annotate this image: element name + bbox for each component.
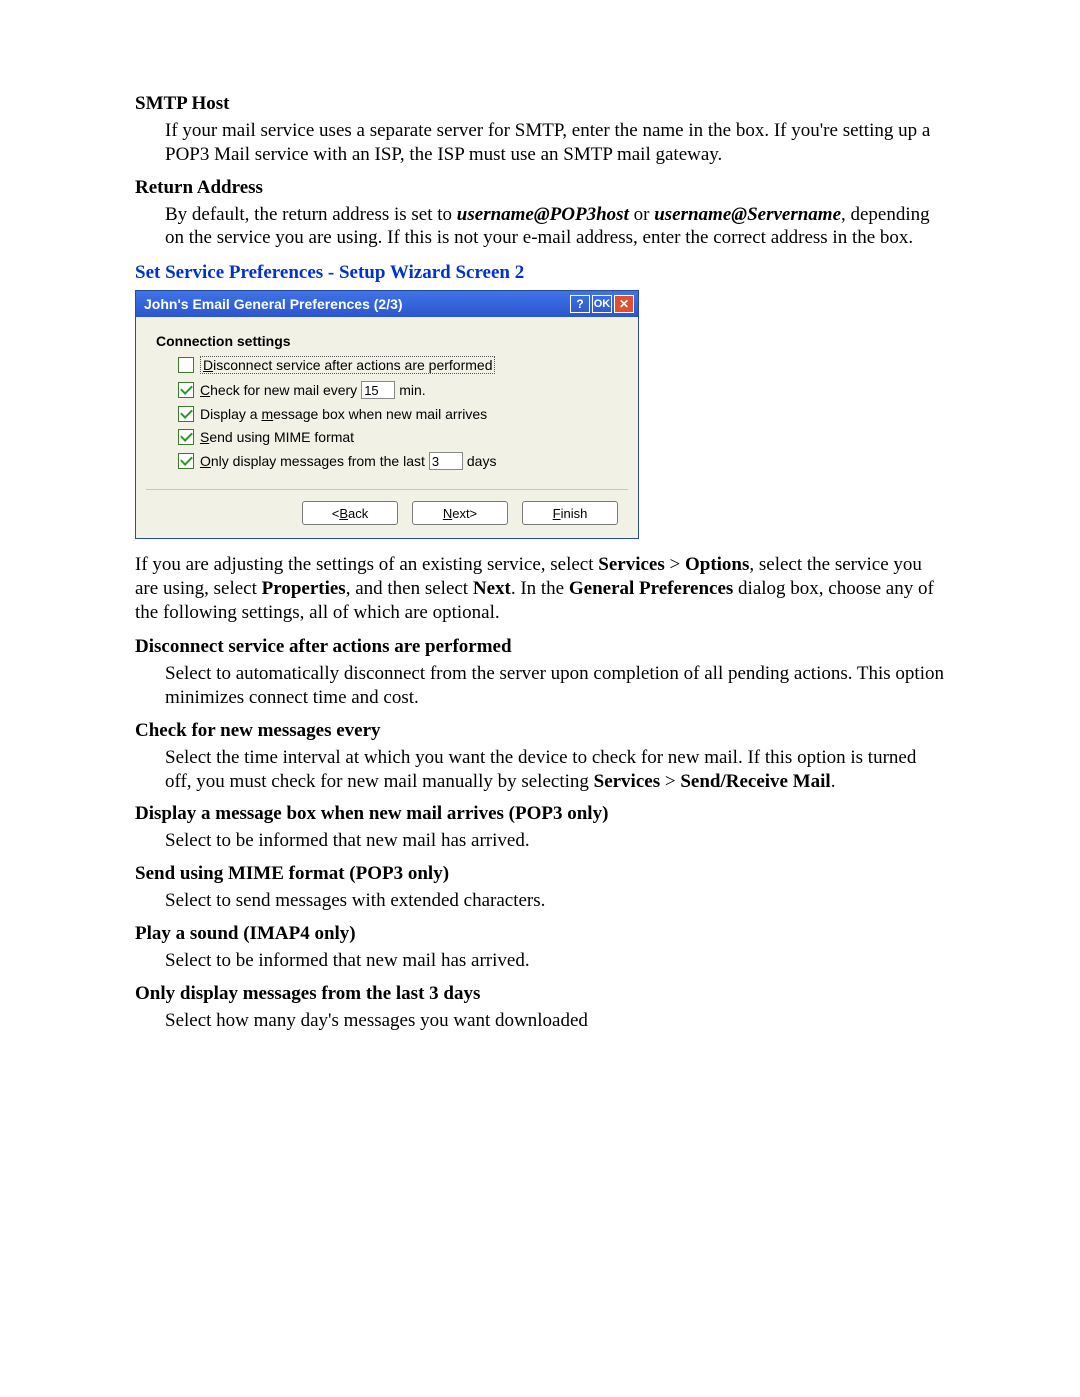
option-mime: Send using MIME format bbox=[178, 429, 618, 445]
help-button[interactable]: ? bbox=[570, 295, 590, 313]
checkbox-disconnect[interactable] bbox=[178, 357, 194, 373]
connection-settings-label: Connection settings bbox=[156, 333, 618, 349]
def-msgbox-body: Select to be informed that new mail has … bbox=[165, 829, 945, 853]
def-disconnect-term: Disconnect service after actions are per… bbox=[135, 636, 945, 658]
smtp-host-def: If your mail service uses a separate ser… bbox=[165, 119, 945, 167]
label-disconnect: Disconnect service after actions are per… bbox=[200, 356, 495, 374]
input-check-mail-minutes[interactable] bbox=[361, 381, 395, 399]
after-dialog-paragraph: If you are adjusting the settings of an … bbox=[135, 553, 945, 624]
setup-wizard-heading: Set Service Preferences - Setup Wizard S… bbox=[135, 262, 945, 284]
return-address-term: Return Address bbox=[135, 177, 945, 199]
next-button[interactable]: Next> bbox=[412, 501, 508, 525]
dialog-titlebar: John's Email General Preferences (2/3) ?… bbox=[136, 291, 638, 317]
preferences-dialog: John's Email General Preferences (2/3) ?… bbox=[135, 290, 639, 539]
connection-settings-group: Connection settings Disconnect service a… bbox=[146, 327, 628, 490]
option-last-days: Only display messages from the last days bbox=[178, 452, 618, 470]
def-mime-term: Send using MIME format (POP3 only) bbox=[135, 863, 945, 885]
definition-list-settings: Disconnect service after actions are per… bbox=[135, 636, 945, 1032]
return-address-or: or bbox=[629, 204, 654, 225]
def-sound-body: Select to be informed that new mail has … bbox=[165, 949, 945, 973]
definition-list-top: SMTP Host If your mail service uses a se… bbox=[135, 93, 945, 250]
def-check-body: Select the time interval at which you wa… bbox=[165, 746, 945, 794]
unit-min: min. bbox=[399, 382, 425, 398]
def-disconnect-body: Select to automatically disconnect from … bbox=[165, 662, 945, 710]
input-last-days[interactable] bbox=[429, 452, 463, 470]
close-button[interactable]: ✕ bbox=[614, 295, 634, 313]
option-message-box: Display a message box when new mail arri… bbox=[178, 406, 618, 422]
label-mime: Send using MIME format bbox=[200, 429, 354, 445]
checkbox-last-days[interactable] bbox=[178, 453, 194, 469]
dialog-title: John's Email General Preferences (2/3) bbox=[144, 296, 568, 312]
def-lastdays-body: Select how many day's messages you want … bbox=[165, 1009, 945, 1033]
return-address-def: By default, the return address is set to… bbox=[165, 203, 945, 251]
checkbox-message-box[interactable] bbox=[178, 406, 194, 422]
dialog-button-row: <Back Next> Finish bbox=[302, 501, 618, 525]
option-disconnect: Disconnect service after actions are per… bbox=[178, 356, 618, 374]
back-button[interactable]: <Back bbox=[302, 501, 398, 525]
label-last-days: Only display messages from the last bbox=[200, 453, 425, 469]
def-mime-body: Select to send messages with extended ch… bbox=[165, 889, 945, 913]
document-page: SMTP Host If your mail service uses a se… bbox=[0, 0, 1080, 1397]
return-address-text-pre: By default, the return address is set to bbox=[165, 204, 457, 225]
unit-days: days bbox=[467, 453, 497, 469]
checkbox-check-mail[interactable] bbox=[178, 382, 194, 398]
checkbox-mime[interactable] bbox=[178, 429, 194, 445]
label-check-mail: Check for new mail every bbox=[200, 382, 357, 398]
def-lastdays-term: Only display messages from the last 3 da… bbox=[135, 983, 945, 1005]
def-sound-term: Play a sound (IMAP4 only) bbox=[135, 923, 945, 945]
finish-button[interactable]: Finish bbox=[522, 501, 618, 525]
def-check-term: Check for new messages every bbox=[135, 720, 945, 742]
def-msgbox-term: Display a message box when new mail arri… bbox=[135, 803, 945, 825]
options-list: Disconnect service after actions are per… bbox=[178, 356, 618, 470]
ok-button[interactable]: OK bbox=[592, 295, 612, 313]
option-check-mail: Check for new mail every min. bbox=[178, 381, 618, 399]
smtp-host-term: SMTP Host bbox=[135, 93, 945, 115]
return-address-val1: username@POP3host bbox=[457, 204, 629, 225]
return-address-val2: username@Servername bbox=[654, 204, 841, 225]
label-message-box: Display a message box when new mail arri… bbox=[200, 406, 487, 422]
